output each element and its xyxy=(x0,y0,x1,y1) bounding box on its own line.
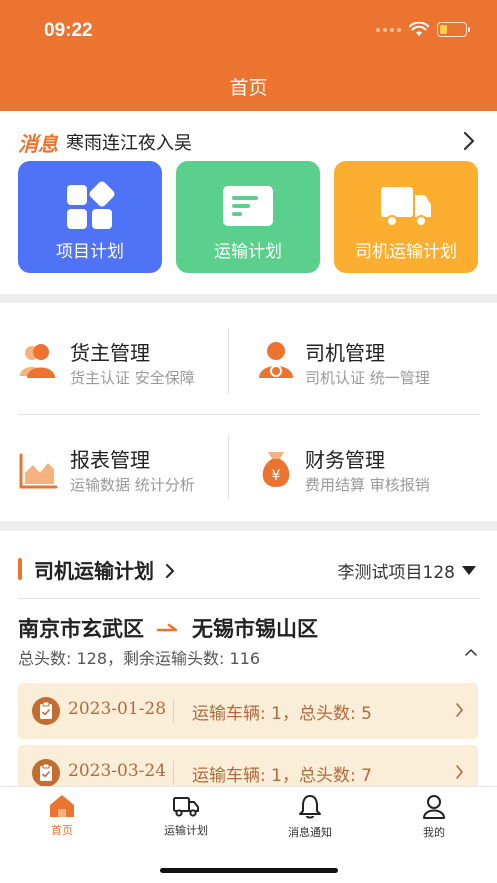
tab-label: 我的 xyxy=(423,826,445,839)
user-icon xyxy=(423,795,445,819)
chevron-right-icon xyxy=(456,765,463,779)
tile-project-plan[interactable]: 项目计划 xyxy=(18,161,162,273)
tile-label: 司机运输计划 xyxy=(355,242,457,262)
trip-info: 运输车辆: 1，总头数: 7 xyxy=(192,766,372,786)
tile-label: 运输计划 xyxy=(214,242,282,262)
status-time: 09:22 xyxy=(44,20,93,41)
caret-down-icon xyxy=(462,566,476,575)
mgmt-subtitle: 司机认证 统一管理 xyxy=(305,369,430,387)
notice-text: 寒雨连江夜入吴 xyxy=(66,133,192,154)
mgmt-title: 货主管理 xyxy=(70,341,150,365)
shipper-management[interactable]: 货主管理 货主认证 安全保障 xyxy=(0,303,228,414)
chevron-right-icon[interactable] xyxy=(463,131,475,151)
chevron-up-icon[interactable] xyxy=(465,648,477,656)
mgmt-title: 财务管理 xyxy=(305,448,385,472)
clipboard-icon xyxy=(32,759,60,787)
divider xyxy=(173,699,174,723)
arrow-right-icon xyxy=(156,623,178,632)
tile-transport-plan[interactable]: 运输计划 xyxy=(176,161,320,273)
area-chart-icon xyxy=(19,453,58,489)
heads-summary: 总头数: 128，剩余运输头数: 116 xyxy=(18,649,261,668)
tab-label: 首页 xyxy=(51,824,73,837)
mgmt-subtitle: 货主认证 安全保障 xyxy=(70,369,195,387)
tile-driver-plan[interactable]: 司机运输计划 xyxy=(334,161,478,273)
route-destination: 无锡市锡山区 xyxy=(192,617,318,641)
trip-info: 运输车辆: 1，总头数: 5 xyxy=(192,704,372,724)
status-icons xyxy=(376,22,470,37)
trip-date: 2023-01-28 xyxy=(68,699,167,719)
route: 南京市玄武区 无锡市锡山区 xyxy=(18,613,318,643)
driver-icon xyxy=(259,342,293,378)
tab-label: 运输计划 xyxy=(164,824,208,837)
notice-bar[interactable]: 消息 寒雨连江夜入吴 xyxy=(18,128,192,156)
section-title-text: 司机运输计划 xyxy=(34,559,154,583)
wifi-icon xyxy=(409,22,429,36)
trip-date: 2023-03-24 xyxy=(68,761,167,781)
project-select[interactable]: 李测试项目128 xyxy=(338,558,477,583)
battery-icon xyxy=(437,22,470,37)
divider xyxy=(18,598,479,599)
page-title: 首页 xyxy=(229,77,268,99)
section-title[interactable]: 司机运输计划 xyxy=(34,555,175,584)
trip-row[interactable]: 2023-01-28 运输车辆: 1，总头数: 5 xyxy=(18,683,478,739)
report-management[interactable]: 报表管理 运输数据 统计分析 xyxy=(0,415,228,521)
divider xyxy=(173,761,174,785)
users-icon xyxy=(20,344,55,378)
mgmt-subtitle: 费用结算 审核报销 xyxy=(305,476,430,494)
project-select-value: 李测试项目128 xyxy=(337,563,455,583)
document-icon xyxy=(223,186,273,226)
svg-text:¥: ¥ xyxy=(272,468,281,484)
route-origin: 南京市玄武区 xyxy=(18,617,144,641)
mgmt-subtitle: 运输数据 统计分析 xyxy=(70,476,195,494)
money-bag-icon: ¥ xyxy=(262,452,290,487)
mgmt-title: 报表管理 xyxy=(70,448,150,472)
driver-management[interactable]: 司机管理 司机认证 统一管理 xyxy=(229,303,497,414)
grid-icon xyxy=(67,181,115,229)
truck-icon xyxy=(381,187,431,227)
tab-label: 消息通知 xyxy=(288,826,332,839)
finance-management[interactable]: ¥ 财务管理 费用结算 审核报销 xyxy=(229,415,497,521)
mgmt-title: 司机管理 xyxy=(305,341,385,365)
app-header: 09:22 首页 xyxy=(0,0,497,111)
clipboard-icon xyxy=(32,697,60,725)
chevron-right-icon xyxy=(165,564,174,578)
tile-label: 项目计划 xyxy=(56,242,124,262)
truck-icon xyxy=(173,797,199,817)
section-accent-bar xyxy=(18,558,22,580)
tab-messages[interactable]: 消息通知 xyxy=(265,794,355,840)
chevron-right-icon xyxy=(456,703,463,717)
tab-profile[interactable]: 我的 xyxy=(389,794,479,840)
signal-icon xyxy=(376,27,401,32)
tab-transport-plan[interactable]: 运输计划 xyxy=(141,794,231,838)
notice-tag: 消息 xyxy=(18,131,58,156)
home-icon xyxy=(50,795,74,817)
tab-home[interactable]: 首页 xyxy=(17,794,107,838)
home-indicator xyxy=(160,868,338,873)
bell-icon xyxy=(299,795,321,819)
